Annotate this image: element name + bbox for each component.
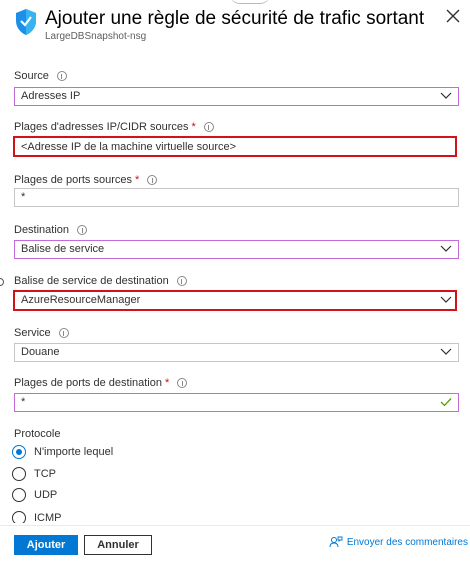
footer-divider [0,525,470,526]
dest-ports-field: Plages de ports de destination * * [14,376,459,412]
radio-clip: ICMP [0,505,470,523]
info-icon[interactable] [56,71,67,81]
checkmark-icon [440,398,452,407]
chevron-down-icon [440,348,452,355]
required-mark: * [165,377,170,389]
source-label: Source [14,70,49,82]
protocol-label: Protocole [14,428,61,440]
source-ports-value: * [21,191,26,203]
source-select[interactable]: Adresses IP [14,87,459,106]
radio-label: ICMP [34,512,62,523]
resource-name: LargeDBSnapshot-nsg [45,31,147,42]
destination-value: Balise de service [21,243,105,255]
radio-tcp[interactable]: TCP [12,466,56,482]
info-icon[interactable] [147,175,158,185]
feedback-link[interactable]: Envoyer des commentaires [329,536,468,548]
info-icon[interactable] [58,328,69,338]
dest-ports-label: Plages de ports de destination [14,377,162,389]
radio-udp[interactable]: UDP [12,487,57,503]
service-field: Service Douane [14,326,459,362]
info-icon[interactable] [177,378,188,388]
page-title: Ajouter une règle de sécurité de trafic … [45,8,425,29]
service-label: Service [14,327,51,339]
close-icon[interactable] [444,7,462,25]
radio-unchecked-icon [12,488,26,502]
dest-ports-value: * [21,396,26,408]
service-value: Douane [21,346,60,358]
radio-checked-icon [12,445,26,459]
feedback-icon [329,536,343,548]
chevron-down-icon [440,245,452,252]
destination-field: Destination Balise de service [14,223,459,259]
cancel-button[interactable]: Annuler [84,535,152,555]
radio-any[interactable]: N'importe lequel [12,444,113,460]
service-select[interactable]: Douane [14,343,459,362]
source-ports-input[interactable]: * [14,188,459,207]
chevron-down-icon [440,92,452,99]
destination-label: Destination [14,224,70,236]
required-mark: * [191,121,196,133]
source-ports-field: Plages de ports sources * * [14,173,459,207]
dest-ports-input[interactable]: * [14,393,459,412]
radio-unchecked-icon [12,511,26,523]
source-ports-label: Plages de ports sources [14,174,133,186]
destination-select[interactable]: Balise de service [14,240,459,259]
highlight-box [13,136,457,157]
add-button[interactable]: Ajouter [14,535,78,555]
edge-marker [0,278,4,286]
info-icon[interactable] [203,122,214,132]
radio-icmp[interactable]: ICMP [12,510,62,523]
shield-icon [16,9,36,35]
radio-label: UDP [34,489,58,501]
required-mark: * [135,174,140,186]
radio-label: N'importe lequel [34,446,114,458]
source-ip-field: Plages d'adresses IP/CIDR sources * <Adr… [14,120,459,157]
dest-tag-label: Balise de service de destination [14,275,169,287]
radio-unchecked-icon [12,467,26,481]
panel-header: Ajouter une règle de sécurité de trafic … [14,4,470,46]
source-value: Adresses IP [21,90,81,102]
radio-label: TCP [34,468,56,480]
info-icon[interactable] [176,276,187,286]
dest-tag-field: Balise de service de destination AzureRe… [14,274,459,310]
feedback-label: Envoyer des commentaires [346,536,468,548]
highlight-box [13,290,457,311]
info-icon[interactable] [77,225,88,235]
source-field: Source Adresses IP [14,69,459,106]
source-ip-label: Plages d'adresses IP/CIDR sources [14,121,189,133]
